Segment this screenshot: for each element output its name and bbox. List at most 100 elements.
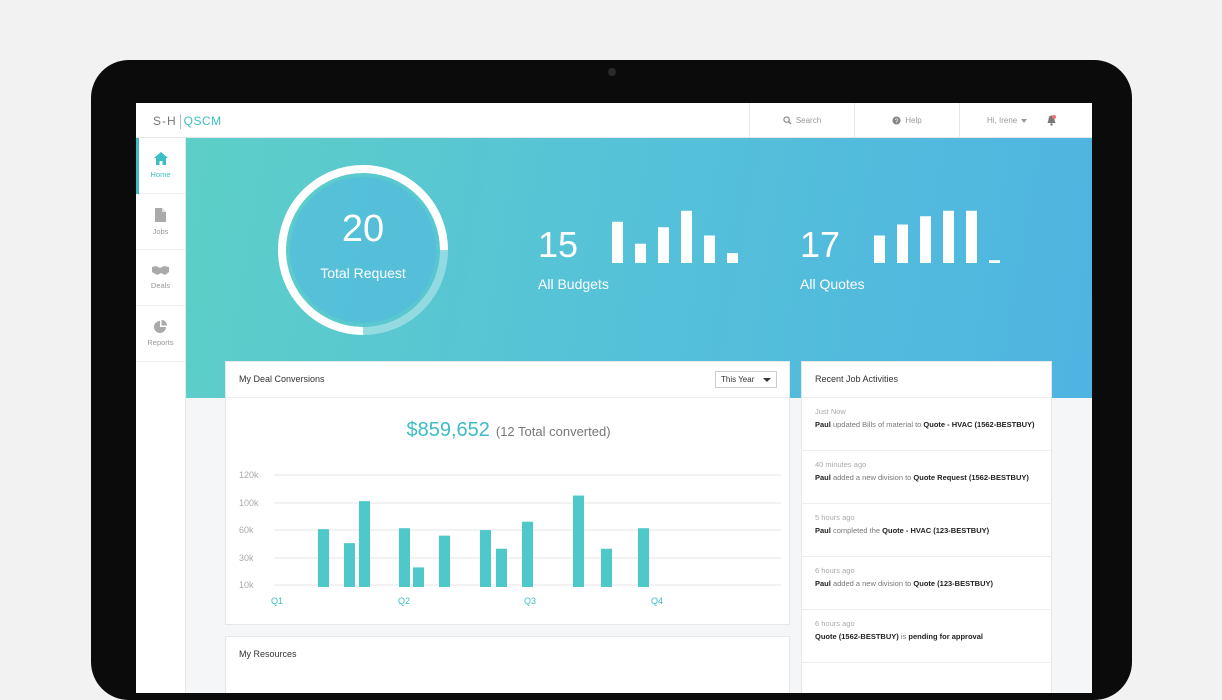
- activity-list: Just Now Paul updated Bills of material …: [802, 398, 1051, 663]
- quotes-value: 17: [800, 224, 841, 265]
- sidebar-item-home[interactable]: Home: [136, 138, 185, 194]
- x-tick-label: Q4: [651, 596, 663, 606]
- handshake-icon: [152, 266, 169, 275]
- budget-mini-bar: [727, 253, 738, 263]
- period-select-value: This Year: [721, 375, 755, 384]
- deal-card-header: My Deal Conversions This Year: [226, 362, 789, 398]
- budget-mini-bar: [635, 243, 646, 263]
- deal-summary: $859,652 (12 Total converted): [226, 419, 791, 442]
- activity-target: Quote - HVAC (1562-BESTBUY): [923, 420, 1035, 429]
- budget-mini-bar: [681, 210, 692, 263]
- logo[interactable]: S-H QSCM: [153, 114, 222, 130]
- activity-message: Quote (1562-BESTBUY) is pending for appr…: [815, 632, 1038, 642]
- activity-item[interactable]: 5 hours ago Paul completed the Quote - H…: [802, 504, 1051, 557]
- y-tick-label: 10k: [239, 580, 254, 590]
- x-tick-label: Q3: [524, 596, 536, 606]
- quote-mini-bar: [897, 224, 908, 263]
- caret-down-icon: [763, 378, 771, 382]
- quotes-label: All Quotes: [800, 276, 865, 292]
- period-select[interactable]: This Year: [715, 371, 777, 388]
- budgets-mini-chart: [612, 210, 738, 263]
- sidebar-item-label: Home: [150, 170, 171, 179]
- logo-brand: S-H: [153, 114, 177, 128]
- search-label: Search: [795, 116, 822, 125]
- budget-mini-bar: [704, 235, 715, 263]
- help-icon: ?: [892, 116, 901, 125]
- svg-text:?: ?: [895, 118, 899, 125]
- chart-bar: [601, 548, 612, 587]
- logo-app: QSCM: [183, 114, 222, 128]
- resources-header: My Resources: [226, 637, 789, 673]
- activity-time: 40 minutes ago: [815, 460, 867, 469]
- chart-bar: [480, 530, 491, 587]
- activity-message: Paul updated Bills of material to Quote …: [815, 420, 1038, 430]
- deal-converted-count: (12 Total converted): [495, 424, 611, 439]
- deal-conversion-chart: 120k 100k 60k 30k 10k Q1 Q2 Q3 Q4: [239, 470, 781, 606]
- activities-card: Recent Job Activities Just Now Paul upda…: [801, 361, 1052, 693]
- budget-mini-bar: [658, 227, 669, 263]
- activity-text: added a new division to: [832, 473, 912, 482]
- sidebar-item-reports[interactable]: Reports: [136, 306, 185, 362]
- user-menu[interactable]: Hi, Irene: [959, 103, 1092, 138]
- resources-card: My Resources: [225, 636, 790, 693]
- chart-bar: [344, 543, 355, 587]
- sidebar-item-deals[interactable]: Deals: [136, 250, 185, 306]
- activity-time: Just Now: [815, 407, 846, 416]
- activity-item[interactable]: Just Now Paul updated Bills of material …: [802, 398, 1051, 451]
- activity-target: Quote (123-BESTBUY): [913, 579, 994, 588]
- y-tick-label: 30k: [239, 553, 254, 563]
- quote-mini-bar: [989, 260, 1000, 263]
- sidebar-item-label: Deals: [150, 281, 171, 290]
- budget-mini-bar: [612, 221, 623, 263]
- activity-actor: Paul: [815, 579, 831, 588]
- chart-bar: [573, 495, 584, 587]
- chart-bar: [413, 567, 424, 587]
- total-request-label: Total Request: [320, 265, 406, 281]
- activity-item[interactable]: 40 minutes ago Paul added a new division…: [802, 451, 1051, 504]
- activity-time: 5 hours ago: [815, 513, 855, 522]
- chart-bar: [318, 529, 329, 587]
- user-label: Hi, Irene: [987, 116, 1018, 125]
- activity-time: 6 hours ago: [815, 619, 855, 628]
- deal-card-title: My Deal Conversions: [239, 374, 325, 384]
- y-tick-label: 60k: [239, 525, 254, 535]
- sidebar-item-jobs[interactable]: Jobs: [136, 194, 185, 250]
- hero-banner: 20 Total Request 15 All Budgets 17 All Q…: [186, 138, 1092, 398]
- activity-message: Paul added a new division to Quote Reque…: [815, 473, 1038, 483]
- activity-item[interactable]: 6 hours ago Quote (1562-BESTBUY) is pend…: [802, 610, 1051, 663]
- search-button[interactable]: Search: [749, 103, 854, 138]
- pie-chart-icon: [154, 320, 167, 333]
- top-bar: S-H QSCM Search ? Help Hi, Irene: [136, 103, 1092, 138]
- bell-icon[interactable]: [1047, 115, 1056, 126]
- y-tick-label: 120k: [239, 470, 259, 480]
- activity-target: Quote Request (1562-BESTBUY): [913, 473, 1029, 482]
- activity-target: Quote - HVAC (123-BESTBUY): [882, 526, 990, 535]
- quote-mini-bar: [966, 210, 977, 263]
- activity-actor: Paul: [815, 473, 831, 482]
- activity-item[interactable]: 6 hours ago Paul added a new division to…: [802, 557, 1051, 610]
- activity-time: 6 hours ago: [815, 566, 855, 575]
- activity-message: Paul added a new division to Quote (123-…: [815, 579, 1038, 589]
- sidebar-item-label: Jobs: [152, 226, 169, 236]
- x-tick-label: Q1: [271, 596, 283, 606]
- activity-actor: Quote (1562-BESTBUY): [815, 632, 899, 641]
- activity-message: Paul completed the Quote - HVAC (123-BES…: [815, 526, 1038, 536]
- home-icon: [153, 152, 168, 165]
- device-frame: S-H QSCM Search ? Help Hi, Irene Home Jo…: [91, 60, 1132, 700]
- deal-conversions-card: My Deal Conversions This Year $859,652 (1…: [225, 361, 790, 625]
- help-button[interactable]: ? Help: [854, 103, 959, 138]
- document-icon: [155, 207, 166, 222]
- quotes-mini-chart: [874, 210, 1000, 263]
- chart-bar: [359, 501, 370, 587]
- help-label: Help: [905, 116, 922, 125]
- activity-target: pending for approval: [908, 632, 983, 641]
- chart-bar: [638, 528, 649, 587]
- quote-mini-bar: [920, 216, 931, 263]
- total-request-value: 20: [341, 208, 385, 250]
- chart-bar: [399, 528, 410, 587]
- budgets-value: 15: [538, 224, 579, 265]
- sidebar: Home Jobs Deals Reports: [136, 138, 186, 693]
- activity-text: is: [900, 632, 907, 641]
- chart-bar: [522, 521, 533, 587]
- quote-mini-bar: [874, 235, 885, 263]
